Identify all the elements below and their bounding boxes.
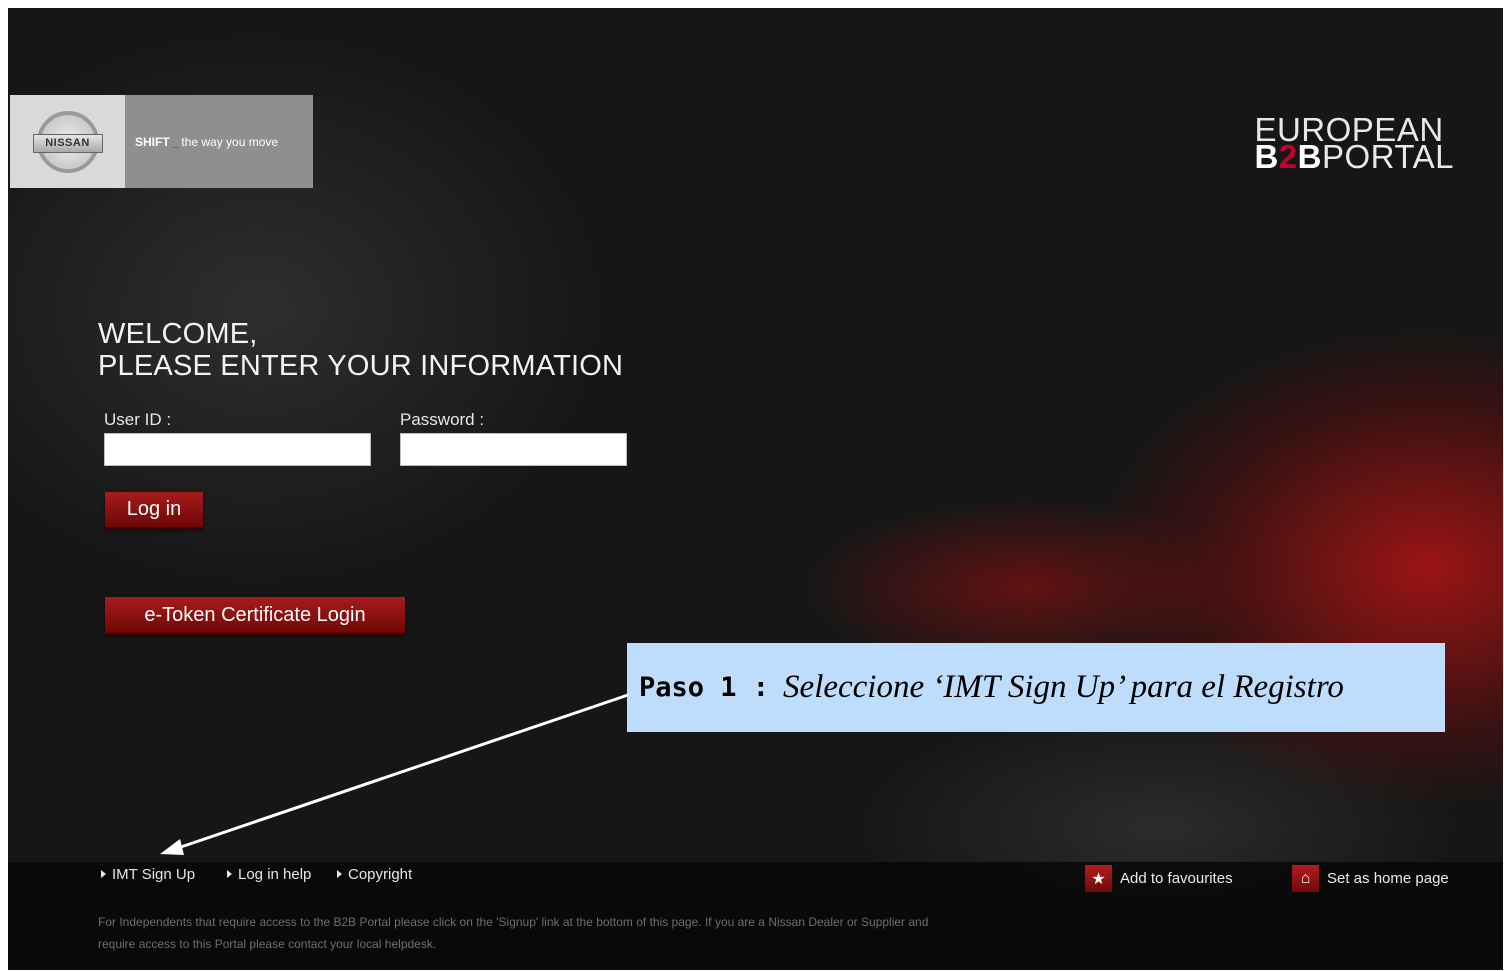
- callout-arrow-icon: [160, 693, 629, 855]
